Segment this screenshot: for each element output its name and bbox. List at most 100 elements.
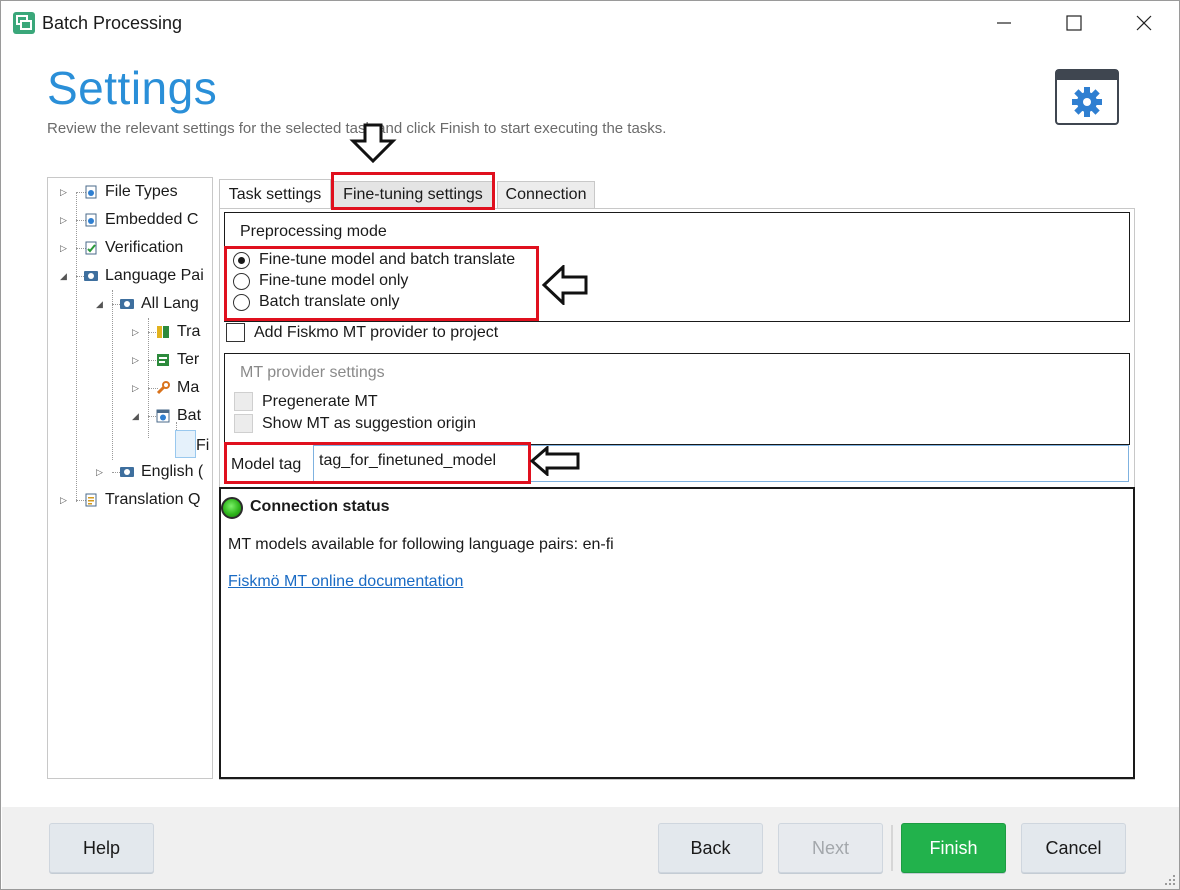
pregenerate-mt-checkbox[interactable]: Pregenerate MT — [234, 392, 378, 411]
footer-separator — [891, 825, 893, 871]
translation-quality-icon — [85, 493, 97, 507]
tree-item-label: Fi — [196, 437, 210, 454]
radio-label: Batch translate only — [259, 293, 400, 310]
tree-item-termbase[interactable]: ▷ Ter — [132, 347, 199, 373]
file-types-icon — [85, 185, 97, 199]
checkbox-disabled-icon[interactable] — [234, 414, 253, 433]
tree-item-label: Tra — [177, 323, 201, 340]
embedded-content-icon — [85, 213, 97, 227]
minimize-button[interactable] — [981, 1, 1027, 45]
expand-arrow-icon[interactable]: ▷ — [60, 243, 67, 254]
tree-item-verification[interactable]: ▷ Verification — [60, 235, 183, 261]
checkbox-label: Add Fiskmo MT provider to project — [254, 323, 499, 341]
collapse-arrow-icon[interactable]: ◢ — [60, 271, 67, 282]
connection-status-box — [219, 487, 1135, 779]
window-title: Batch Processing — [42, 13, 183, 33]
left-arrow-icon — [541, 265, 588, 305]
cancel-button[interactable]: Cancel — [1021, 823, 1126, 873]
left-arrow-icon — [529, 446, 580, 476]
termbase-icon — [157, 354, 169, 366]
tree-selection-highlight — [175, 430, 196, 458]
tree-item-fiskmo[interactable]: Fi — [196, 433, 209, 459]
next-button[interactable]: Next — [778, 823, 883, 873]
page-title: Settings — [47, 62, 218, 114]
checkbox-disabled-icon[interactable] — [234, 392, 253, 411]
tree-item-file-types[interactable]: ▷ File Types — [60, 179, 178, 205]
preprocessing-mode-title: Preprocessing mode — [240, 223, 387, 240]
tab-connection[interactable]: Connection — [497, 181, 595, 209]
batch-settings-icon — [156, 409, 170, 423]
collapse-arrow-icon[interactable]: ◢ — [132, 411, 139, 422]
tree-item-label: Bat — [177, 407, 202, 424]
finish-button[interactable]: Finish — [901, 823, 1006, 873]
expand-arrow-icon[interactable]: ▷ — [60, 187, 67, 198]
radio-unselected-icon[interactable] — [233, 272, 250, 290]
resize-grip-icon[interactable] — [1161, 871, 1177, 887]
close-icon — [1136, 15, 1152, 31]
expand-arrow-icon[interactable]: ▷ — [96, 467, 103, 478]
settings-tree: ▷ File Types ▷ Embedded C ▷ Verification… — [47, 177, 213, 779]
tree-item-translation-quality[interactable]: ▷ Translation Q — [60, 487, 200, 513]
expand-arrow-icon[interactable]: ▷ — [132, 355, 139, 366]
title-bar: Batch Processing — [1, 1, 1179, 45]
model-tag-input[interactable]: tag_for_finetuned_model — [313, 445, 1129, 482]
checkbox-label: Pregenerate MT — [262, 392, 378, 410]
collapse-arrow-icon[interactable]: ◢ — [96, 299, 103, 310]
language-pairs-icon — [120, 299, 134, 309]
maximize-button[interactable] — [1051, 1, 1097, 45]
settings-window-icon — [1055, 69, 1119, 125]
maximize-icon — [1066, 15, 1082, 31]
minimize-icon — [997, 22, 1011, 24]
tab-fine-tuning-settings[interactable]: Fine-tuning settings — [333, 181, 493, 209]
tree-item-embedded-content[interactable]: ▷ Embedded C — [60, 207, 198, 233]
available-models-text: MT models available for following langua… — [228, 536, 614, 553]
tab-task-settings[interactable]: Task settings — [219, 179, 331, 210]
show-mt-origin-checkbox[interactable]: Show MT as suggestion origin — [234, 414, 476, 433]
translation-memory-icon — [157, 326, 169, 338]
model-tag-label: Model tag — [231, 456, 302, 473]
radio-finetune-only[interactable]: Fine-tune model only — [233, 272, 408, 290]
help-button[interactable]: Help — [49, 823, 154, 873]
add-provider-checkbox[interactable]: Add Fiskmo MT provider to project — [226, 323, 498, 342]
tree-item-label: Embedded C — [105, 211, 199, 228]
connection-status-title: Connection status — [250, 498, 390, 515]
close-button[interactable] — [1121, 1, 1167, 45]
language-pairs-icon — [84, 271, 98, 281]
tree-item-label: Ter — [177, 351, 200, 368]
tree-item-english[interactable]: ▷ English ( — [96, 459, 203, 485]
checkbox-icon[interactable] — [226, 323, 245, 342]
tree-item-language-pairs[interactable]: ◢ Language Pai — [60, 263, 204, 289]
wrench-icon — [156, 381, 170, 395]
tree-item-label: Language Pai — [105, 267, 204, 284]
expand-arrow-icon[interactable]: ▷ — [132, 327, 139, 338]
tree-item-label: English ( — [141, 463, 204, 480]
radio-finetune-and-translate[interactable]: Fine-tune model and batch translate — [233, 251, 515, 269]
checkbox-label: Show MT as suggestion origin — [262, 414, 477, 432]
radio-translate-only[interactable]: Batch translate only — [233, 293, 400, 311]
tree-item-batch-settings[interactable]: ◢ Bat — [132, 403, 201, 429]
tree-item-all-languages[interactable]: ◢ All Lang — [96, 291, 199, 317]
down-arrow-icon — [349, 123, 397, 163]
documentation-link[interactable]: Fiskmö MT online documentation — [228, 573, 463, 591]
tree-item-translation-memory[interactable]: ▷ Tra — [132, 319, 200, 345]
tree-item-label: File Types — [105, 183, 178, 200]
expand-arrow-icon[interactable]: ▷ — [60, 215, 67, 226]
tree-item-label: Ma — [177, 379, 200, 396]
tree-item-label: Translation Q — [105, 491, 201, 508]
expand-arrow-icon[interactable]: ▷ — [132, 383, 139, 394]
radio-label: Fine-tune model only — [259, 272, 409, 289]
mt-provider-settings-title: MT provider settings — [240, 364, 385, 381]
connection-status-led-icon — [221, 497, 243, 519]
back-button[interactable]: Back — [658, 823, 763, 873]
language-pairs-icon — [120, 467, 134, 477]
tree-item-machine-translation[interactable]: ▷ Ma — [132, 375, 199, 401]
batch-processing-window: Batch Processing Settings Review the rel… — [0, 0, 1180, 890]
app-icon — [13, 12, 35, 34]
tree-item-label: Verification — [105, 239, 184, 256]
radio-selected-icon[interactable] — [233, 251, 250, 269]
radio-label: Fine-tune model and batch translate — [259, 251, 516, 268]
verification-icon — [85, 241, 97, 255]
expand-arrow-icon[interactable]: ▷ — [60, 495, 67, 506]
radio-unselected-icon[interactable] — [233, 293, 250, 311]
tree-item-label: All Lang — [141, 295, 199, 312]
